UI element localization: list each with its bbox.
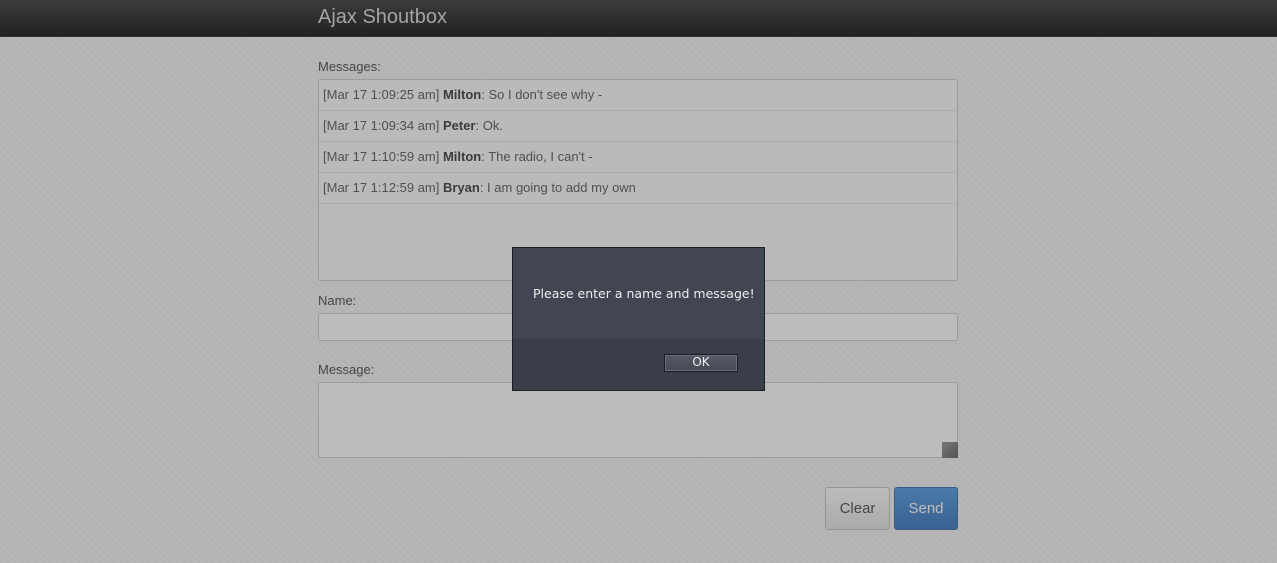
navbar: Ajax Shoutbox xyxy=(0,0,1277,37)
alert-dialog: Please enter a name and message! OK xyxy=(512,247,765,391)
app-title[interactable]: Ajax Shoutbox xyxy=(318,6,447,29)
ok-button[interactable]: OK xyxy=(664,354,738,372)
dialog-footer: OK xyxy=(513,339,764,390)
dialog-message: Please enter a name and message! xyxy=(533,286,755,301)
dialog-body: Please enter a name and message! xyxy=(513,248,764,339)
